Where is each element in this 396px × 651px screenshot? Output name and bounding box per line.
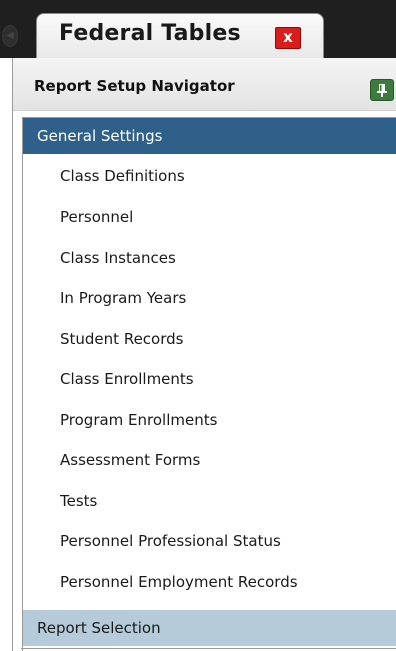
nav-item-program-enrollments[interactable]: Program Enrollments bbox=[60, 405, 217, 435]
close-icon[interactable]: x bbox=[275, 27, 301, 49]
nav-item-personnel-employment-records[interactable]: Personnel Employment Records bbox=[60, 567, 298, 597]
navigator-header: Report Setup Navigator bbox=[13, 58, 396, 111]
navigator-title: Report Setup Navigator bbox=[34, 77, 235, 95]
nav-item-tests[interactable]: Tests bbox=[60, 486, 97, 516]
nav-item-assessment-forms[interactable]: Assessment Forms bbox=[60, 445, 200, 475]
section-report-selection[interactable]: Report Selection bbox=[23, 610, 396, 646]
nav-item-in-program-years[interactable]: In Program Years bbox=[60, 283, 186, 313]
pane-bottom-divider bbox=[21, 648, 396, 649]
section-general-settings[interactable]: General Settings bbox=[23, 118, 396, 154]
nav-item-class-enrollments[interactable]: Class Enrollments bbox=[60, 364, 194, 394]
tab-title: Federal Tables bbox=[59, 21, 241, 46]
nav-item-student-records[interactable]: Student Records bbox=[60, 324, 183, 354]
document-tab-bar: ◀ Federal Tables x bbox=[0, 0, 396, 59]
tab-federal-tables[interactable]: Federal Tables x bbox=[36, 13, 324, 59]
scroll-left-icon[interactable]: ◀ bbox=[2, 25, 18, 47]
pin-icon[interactable] bbox=[370, 79, 394, 101]
report-setup-pane: Report Setup Navigator General Settings … bbox=[12, 58, 396, 651]
nav-item-class-instances[interactable]: Class Instances bbox=[60, 243, 176, 273]
navigator-tree: General Settings Class Definitions Perso… bbox=[22, 117, 396, 651]
nav-item-personnel[interactable]: Personnel bbox=[60, 202, 133, 232]
nav-item-personnel-professional-status[interactable]: Personnel Professional Status bbox=[60, 526, 281, 556]
nav-item-class-definitions[interactable]: Class Definitions bbox=[60, 161, 185, 191]
